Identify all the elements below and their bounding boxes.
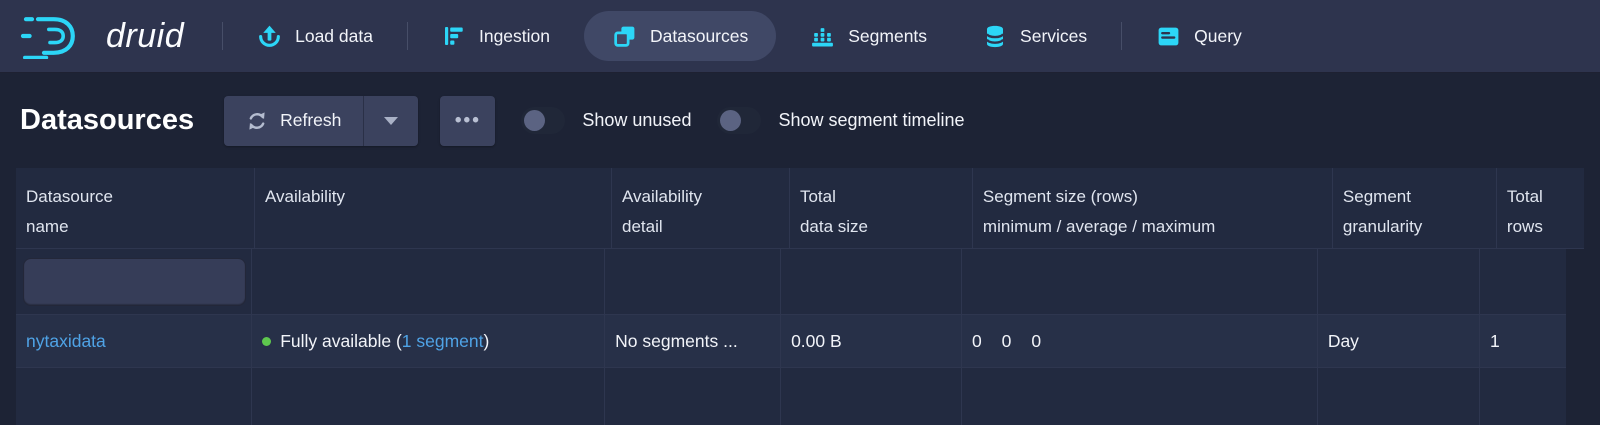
column-header-total-rows[interactable]: Total rows xyxy=(1497,168,1584,248)
total-data-size-cell: 0.00 B xyxy=(781,315,962,367)
refresh-button-group: Refresh xyxy=(224,96,418,146)
availability-text: Fully available ( xyxy=(280,331,402,351)
nav-item-services[interactable]: Services xyxy=(955,11,1115,61)
column-header-availability[interactable]: Availability xyxy=(255,168,612,248)
toggle-knob xyxy=(720,110,741,131)
filter-cell xyxy=(252,249,605,314)
segments-icon xyxy=(810,24,835,49)
empty-table-row xyxy=(16,368,1566,425)
show-unused-toggle-group: Show unused xyxy=(521,107,691,134)
segment-size-cell: 0 0 0 xyxy=(962,315,1318,367)
nav-item-label: Ingestion xyxy=(479,26,550,47)
nav-item-segments[interactable]: Segments xyxy=(782,11,955,61)
filter-cell xyxy=(1318,249,1480,314)
nav-item-label: Load data xyxy=(295,26,373,47)
filter-cell xyxy=(605,249,781,314)
nav-separator xyxy=(407,22,408,50)
nav-item-ingestion[interactable]: Ingestion xyxy=(414,11,578,61)
refresh-button[interactable]: Refresh xyxy=(224,96,363,146)
segment-size-avg: 0 xyxy=(1002,331,1012,352)
nav-item-label: Segments xyxy=(848,26,927,47)
show-segment-timeline-label: Show segment timeline xyxy=(778,110,964,131)
druid-logo-icon xyxy=(20,13,92,59)
top-nav: druid Load data Ingestion xyxy=(0,0,1600,73)
table-row: nytaxidata Fully available (1 segment) N… xyxy=(16,315,1566,368)
ingestion-icon xyxy=(442,24,466,48)
upload-icon xyxy=(257,24,282,49)
segment-size-min: 0 xyxy=(972,331,982,352)
brand-wordmark: druid xyxy=(106,17,190,56)
nav-item-label: Datasources xyxy=(650,26,748,47)
nav-item-datasources[interactable]: Datasources xyxy=(584,11,776,61)
segment-count-link[interactable]: 1 segment xyxy=(402,331,484,351)
filter-cell xyxy=(16,249,252,314)
refresh-icon xyxy=(246,110,268,132)
column-header-availability-detail[interactable]: Availability detail xyxy=(612,168,790,248)
total-rows-cell: 1 xyxy=(1480,315,1566,367)
datasource-name-link[interactable]: nytaxidata xyxy=(26,331,106,352)
nav-separator xyxy=(222,22,223,50)
nav-item-label: Services xyxy=(1020,26,1087,47)
nav-separator xyxy=(1121,22,1122,50)
druid-logo[interactable]: druid xyxy=(20,13,190,59)
datasources-icon xyxy=(612,24,637,49)
column-header-segment-granularity[interactable]: Segment granularity xyxy=(1333,168,1497,248)
availability-status-dot xyxy=(262,337,271,346)
datasource-name-cell: nytaxidata xyxy=(16,315,252,367)
query-icon xyxy=(1156,24,1181,49)
page-title: Datasources xyxy=(20,104,194,137)
datasources-table: Datasource name Availability Availabilit… xyxy=(16,168,1584,425)
column-header-total-data-size[interactable]: Total data size xyxy=(790,168,973,248)
nav-item-label: Query xyxy=(1194,26,1242,47)
segment-size-max: 0 xyxy=(1031,331,1041,352)
show-unused-label: Show unused xyxy=(582,110,691,131)
nav-item-load-data[interactable]: Load data xyxy=(229,11,401,61)
refresh-label: Refresh xyxy=(280,110,341,131)
availability-cell: Fully available (1 segment) xyxy=(252,315,605,367)
filter-cell xyxy=(781,249,962,314)
show-segment-timeline-toggle-group: Show segment timeline xyxy=(717,107,964,134)
availability-detail-cell: No segments ... xyxy=(605,315,781,367)
page-header: Datasources Refresh ••• Show unused xyxy=(0,73,1600,168)
column-header-segment-size[interactable]: Segment size (rows) minimum / average / … xyxy=(973,168,1333,248)
toggle-knob xyxy=(524,110,545,131)
filter-cell xyxy=(1480,249,1566,314)
availability-text: ) xyxy=(484,331,490,351)
table-header-row: Datasource name Availability Availabilit… xyxy=(16,168,1584,249)
refresh-dropdown-button[interactable] xyxy=(363,96,418,146)
services-icon xyxy=(983,24,1007,49)
more-actions-button[interactable]: ••• xyxy=(440,96,495,146)
datasource-name-filter-input[interactable] xyxy=(23,258,246,306)
column-header-datasource-name[interactable]: Datasource name xyxy=(16,168,255,248)
nav-item-query[interactable]: Query xyxy=(1128,11,1270,61)
show-unused-toggle[interactable] xyxy=(521,107,565,134)
segment-granularity-cell: Day xyxy=(1318,315,1480,367)
filter-cell xyxy=(962,249,1318,314)
filter-row xyxy=(16,249,1566,315)
caret-down-icon xyxy=(384,117,398,125)
show-segment-timeline-toggle[interactable] xyxy=(717,107,761,134)
